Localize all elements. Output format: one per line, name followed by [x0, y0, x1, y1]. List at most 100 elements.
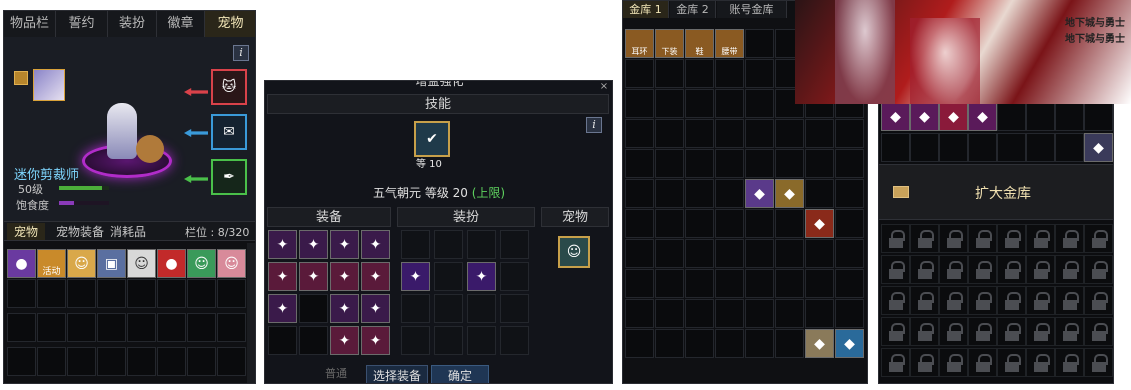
account-slot[interactable]: [1055, 102, 1084, 131]
bank-slot[interactable]: [745, 119, 774, 148]
bank-slot[interactable]: [685, 119, 714, 148]
inventory-slot[interactable]: [97, 279, 126, 308]
costume-item[interactable]: ✦: [401, 262, 430, 291]
costume-slot[interactable]: [401, 230, 430, 259]
bank-slot[interactable]: [685, 239, 714, 268]
select-equip-button[interactable]: 选择装备: [366, 365, 428, 383]
close-icon[interactable]: ×: [597, 81, 611, 92]
bank-slot[interactable]: [655, 299, 684, 328]
pet-equip-slot-red[interactable]: 🐱: [211, 69, 247, 105]
inventory-slot[interactable]: [157, 279, 186, 308]
account-slot[interactable]: [997, 102, 1026, 131]
bank-slot[interactable]: [715, 269, 744, 298]
bank-slot[interactable]: [625, 119, 654, 148]
pet-equip-slot-green[interactable]: ✒: [211, 159, 247, 195]
costume-slot[interactable]: [434, 230, 463, 259]
bank-slot[interactable]: [655, 119, 684, 148]
bank-slot[interactable]: [715, 149, 744, 178]
bank-item[interactable]: ◆: [805, 329, 834, 358]
bank-item[interactable]: ◆: [805, 209, 834, 238]
bank-slot[interactable]: [625, 269, 654, 298]
equip-slot[interactable]: [268, 326, 297, 355]
account-item[interactable]: ◆: [881, 102, 910, 131]
bank-slot[interactable]: [625, 299, 654, 328]
bank-slot[interactable]: [685, 59, 714, 88]
inventory-slot[interactable]: [217, 347, 246, 376]
bank-slot[interactable]: [685, 179, 714, 208]
tab-pledge[interactable]: 誓约: [56, 11, 108, 37]
costume-slot[interactable]: [467, 230, 496, 259]
equip-item[interactable]: ✦: [330, 294, 359, 323]
bank-slot[interactable]: [715, 119, 744, 148]
account-slot[interactable]: [1026, 133, 1055, 162]
equip-item[interactable]: ✦: [361, 326, 390, 355]
bank-item[interactable]: ◆: [775, 179, 804, 208]
tab-badge[interactable]: 徽章: [157, 11, 205, 37]
inventory-slot[interactable]: [7, 347, 36, 376]
account-slot[interactable]: [881, 133, 910, 162]
costume-slot[interactable]: [401, 294, 430, 323]
tab-pet[interactable]: 宠物: [205, 11, 255, 37]
account-slot[interactable]: [1084, 102, 1113, 131]
bank-slot[interactable]: [685, 149, 714, 178]
inventory-slot[interactable]: [7, 279, 36, 308]
skill-icon[interactable]: ✔: [414, 121, 450, 157]
bank-slot[interactable]: [685, 269, 714, 298]
bank-slot[interactable]: [715, 89, 744, 118]
bank-slot[interactable]: [625, 239, 654, 268]
bank-slot[interactable]: [625, 89, 654, 118]
inventory-slot[interactable]: [127, 347, 156, 376]
confirm-button[interactable]: 确定: [431, 365, 489, 383]
inventory-slot[interactable]: [7, 313, 36, 342]
pet-item-white[interactable]: ☺: [127, 249, 156, 278]
inventory-slot[interactable]: [157, 313, 186, 342]
costume-slot[interactable]: [500, 326, 529, 355]
bank-slot[interactable]: [715, 209, 744, 238]
sub-tab-consumable[interactable]: 消耗品: [110, 223, 146, 240]
equip-item[interactable]: ✦: [361, 230, 390, 259]
bank-slot[interactable]: [805, 299, 834, 328]
costume-slot[interactable]: [500, 294, 529, 323]
bank-slot[interactable]: [835, 209, 864, 238]
inventory-slot[interactable]: [97, 313, 126, 342]
bank-slot[interactable]: [835, 299, 864, 328]
expand-bank-button[interactable]: 扩大金库: [975, 183, 1031, 203]
tab-costume[interactable]: 装扮: [108, 11, 157, 37]
equip-item[interactable]: ✦: [299, 262, 328, 291]
account-slot[interactable]: [1026, 102, 1055, 131]
equip-slot[interactable]: [299, 294, 328, 323]
bank-slot[interactable]: [655, 59, 684, 88]
bank-slot[interactable]: [835, 119, 864, 148]
bank-slot[interactable]: [805, 149, 834, 178]
costume-slot[interactable]: [434, 262, 463, 291]
inventory-slot[interactable]: [37, 347, 66, 376]
bank-item[interactable]: ◆: [745, 179, 774, 208]
bank-slot[interactable]: [655, 269, 684, 298]
inventory-slot[interactable]: [187, 347, 216, 376]
equip-item[interactable]: ✦: [268, 294, 297, 323]
tab-bank-2[interactable]: 金库 2: [670, 1, 716, 18]
account-slot[interactable]: [997, 133, 1026, 162]
bank-slot[interactable]: [655, 89, 684, 118]
bank-slot[interactable]: [715, 239, 744, 268]
bank-slot[interactable]: [745, 299, 774, 328]
bank-slot[interactable]: [805, 179, 834, 208]
equip-item[interactable]: ✦: [268, 262, 297, 291]
inventory-slot[interactable]: [217, 313, 246, 342]
bank-slot[interactable]: [685, 299, 714, 328]
inventory-slot[interactable]: [187, 279, 216, 308]
inventory-slot[interactable]: [37, 313, 66, 342]
bank-slot[interactable]: [655, 149, 684, 178]
bank-slot[interactable]: [655, 329, 684, 358]
sub-tab-pet-equip[interactable]: 宠物装备: [56, 223, 104, 240]
costume-slot[interactable]: [467, 294, 496, 323]
inventory-slot[interactable]: [67, 347, 96, 376]
bank-slot[interactable]: [775, 239, 804, 268]
bank-item-scroll[interactable]: 鞋: [685, 29, 714, 58]
bank-slot[interactable]: [835, 149, 864, 178]
bank-slot[interactable]: [745, 59, 774, 88]
pet-item-dice[interactable]: ▣: [97, 249, 126, 278]
bank-slot[interactable]: [835, 269, 864, 298]
pet-slot-icon[interactable]: ☺: [558, 236, 590, 268]
bank-slot[interactable]: [775, 149, 804, 178]
